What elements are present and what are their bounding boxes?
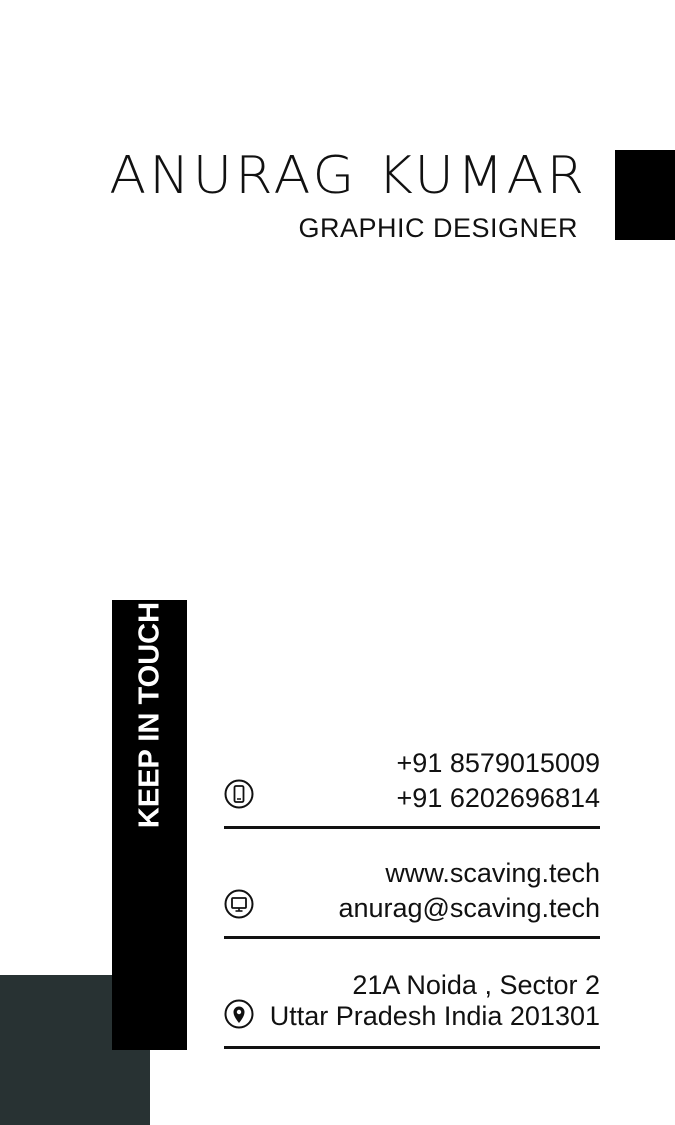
corner-accent-block [615, 150, 675, 240]
contact-web-row: www.scaving.tech anurag@scaving.tech [224, 855, 600, 945]
job-title: GRAPHIC DESIGNER [298, 213, 578, 243]
phone-number-2[interactable]: +91 6202696814 [397, 782, 600, 814]
phone-divider [224, 826, 600, 829]
contact-phone-row: +91 8579015009 +91 6202696814 [224, 745, 600, 835]
keep-in-touch-label: KEEP IN TOUCH [133, 601, 166, 829]
web-divider [224, 936, 600, 939]
website-link[interactable]: www.scaving.tech [385, 857, 600, 889]
monitor-icon [224, 889, 254, 919]
person-name: ANURAG KUMAR [109, 145, 587, 206]
email-link[interactable]: anurag@scaving.tech [338, 892, 600, 924]
address-divider [224, 1046, 600, 1049]
mobile-phone-icon [224, 779, 254, 809]
phone-number-1[interactable]: +91 8579015009 [397, 747, 600, 779]
contact-address-row: 21A Noida , Sector 2 Uttar Pradesh India… [224, 965, 600, 1055]
map-pin-icon [224, 999, 254, 1029]
address-line-1: 21A Noida , Sector 2 [352, 970, 600, 1000]
address-line-2: Uttar Pradesh India 201301 [269, 1001, 600, 1031]
